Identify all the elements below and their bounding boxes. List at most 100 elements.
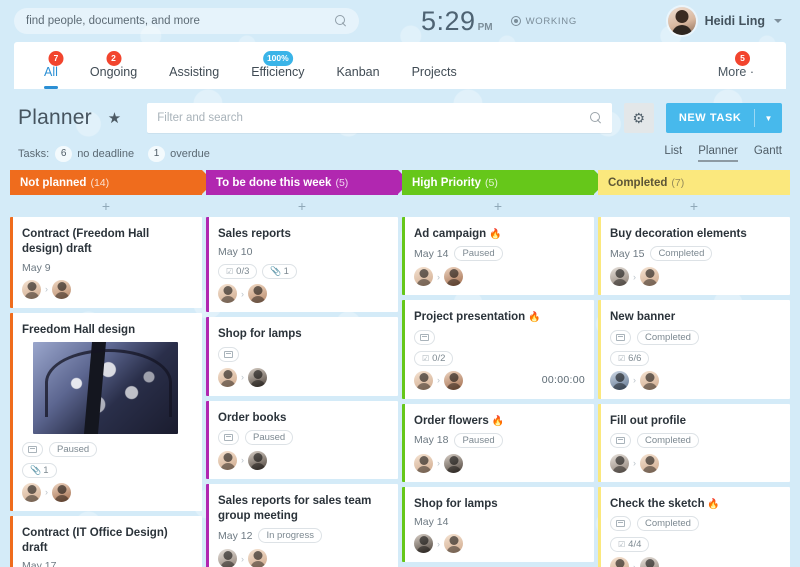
avatar[interactable] (248, 284, 267, 304)
avatar[interactable] (248, 450, 267, 470)
column-header[interactable]: To be done this week (5) (206, 170, 410, 195)
checklist-badge[interactable]: ☑ 6/6 (610, 350, 650, 366)
filter-search-input[interactable]: Filter and search (147, 103, 612, 133)
avatar[interactable] (52, 279, 71, 299)
task-card[interactable]: Shop for lamps May 14 › (402, 486, 594, 563)
avatar[interactable] (248, 549, 267, 567)
task-meta: May 10 (218, 246, 389, 258)
task-card[interactable]: Shop for lamps › (206, 317, 398, 396)
star-icon[interactable]: ★ (108, 109, 121, 127)
fire-icon: 🔥 (704, 498, 720, 510)
global-search-input[interactable]: find people, documents, and more (14, 8, 359, 34)
task-file-icon[interactable] (218, 346, 239, 362)
task-card[interactable]: Contract (Freedom Hall design) draft May … (10, 217, 202, 308)
chevron-right-icon: › (241, 553, 244, 564)
task-card[interactable]: Contract (IT Office Design) draftMay 17› (10, 515, 202, 567)
tab-efficiency[interactable]: 100% Efficiency (235, 51, 320, 89)
view-list[interactable]: List (664, 145, 682, 162)
avatar[interactable] (640, 557, 659, 567)
tab-ongoing[interactable]: 2 Ongoing (74, 51, 153, 89)
avatar[interactable] (444, 267, 463, 287)
tab-kanban-label: Kanban (336, 65, 380, 79)
tab-all[interactable]: 7 All (34, 51, 74, 89)
avatar[interactable] (218, 284, 237, 304)
user-menu[interactable]: Heidi Ling (667, 7, 782, 35)
checklist-badge[interactable]: ☑ 0/2 (414, 350, 454, 366)
overdue-count[interactable]: 1 (148, 145, 166, 162)
task-card[interactable]: Project presentation 🔥 ☑ 0/2 › 00:00:00 (402, 300, 594, 399)
attachment-badge[interactable]: 📎 1 (262, 264, 297, 280)
task-card[interactable]: Sales reports May 10 ☑ 0/3 📎 1 › (206, 217, 398, 313)
avatar[interactable] (218, 549, 237, 567)
tab-projects[interactable]: Projects (396, 65, 473, 89)
view-gantt[interactable]: Gantt (754, 145, 782, 162)
plus-icon[interactable]: + (10, 195, 202, 217)
column-header[interactable]: High Priority (5) (402, 170, 606, 195)
task-card[interactable]: Freedom Hall design Paused 📎 1 › (10, 312, 202, 511)
task-card[interactable]: Buy decoration elements May 15 Completed › (598, 217, 790, 296)
chevron-right-icon: › (633, 458, 636, 469)
new-task-button[interactable]: NEW TASK ▼ (665, 103, 782, 133)
task-file-icon[interactable] (610, 329, 631, 345)
column-header[interactable]: Not planned (14) (10, 170, 214, 195)
note-icon (420, 333, 429, 341)
task-file-icon[interactable] (414, 329, 435, 345)
avatar[interactable] (610, 267, 629, 287)
avatar[interactable] (610, 453, 629, 473)
task-card[interactable]: New banner Completed ☑ 6/6 › (598, 300, 790, 399)
task-file-icon[interactable] (22, 441, 43, 457)
avatar[interactable] (444, 453, 463, 473)
avatar[interactable] (444, 534, 463, 554)
task-card[interactable]: Check the sketch 🔥 Completed ☑ 4/4 › (598, 486, 790, 567)
checklist-icon: ☑ (618, 353, 626, 363)
task-counters-row: ☑ 4/4 (610, 537, 781, 553)
avatar[interactable] (414, 534, 433, 554)
chevron-down-icon (774, 19, 782, 23)
avatar[interactable] (248, 367, 267, 387)
task-title: Order books (218, 411, 287, 424)
avatar[interactable] (640, 453, 659, 473)
task-file-icon[interactable] (218, 429, 239, 445)
avatar[interactable] (22, 279, 41, 299)
no-deadline-count[interactable]: 6 (55, 145, 73, 162)
avatar[interactable] (22, 482, 41, 502)
avatar[interactable] (414, 453, 433, 473)
page-title: Planner (18, 106, 92, 129)
avatar[interactable] (444, 370, 463, 390)
task-timer[interactable]: 00:00:00 (542, 374, 585, 386)
gear-icon[interactable]: ⚙ (623, 103, 654, 133)
task-participants: › (414, 453, 585, 473)
task-card[interactable]: Fill out profile Completed › (598, 403, 790, 482)
task-title: Fill out profile (610, 414, 687, 427)
tab-more[interactable]: 5 More · (702, 51, 766, 89)
attachment-badge[interactable]: 📎 1 (22, 462, 57, 478)
avatar[interactable] (610, 557, 629, 567)
avatar[interactable] (610, 370, 629, 390)
task-card[interactable]: Ad campaign 🔥 May 14 Paused › (402, 217, 594, 296)
tab-assisting[interactable]: Assisting (153, 65, 235, 89)
task-file-icon[interactable] (610, 432, 631, 448)
column-header[interactable]: Completed (7) (598, 170, 790, 195)
tab-kanban[interactable]: Kanban (320, 65, 395, 89)
plus-icon[interactable]: + (206, 195, 398, 217)
avatar[interactable] (414, 370, 433, 390)
avatar[interactable] (640, 267, 659, 287)
avatar[interactable] (414, 267, 433, 287)
task-card[interactable]: Sales reports for sales team group meeti… (206, 483, 398, 567)
task-card[interactable]: Order flowers 🔥 May 18 Paused › (402, 403, 594, 482)
plus-icon[interactable]: + (598, 195, 790, 217)
checklist-badge[interactable]: ☑ 4/4 (610, 537, 650, 553)
checklist-badge[interactable]: ☑ 0/3 (218, 264, 258, 280)
avatar[interactable] (218, 450, 237, 470)
avatar[interactable] (52, 482, 71, 502)
task-meta: May 17 (22, 560, 193, 567)
avatar[interactable] (218, 367, 237, 387)
chevron-down-icon[interactable]: ▼ (755, 114, 782, 123)
work-status[interactable]: WORKING (510, 16, 577, 27)
view-planner[interactable]: Planner (698, 145, 738, 162)
plus-icon[interactable]: + (402, 195, 594, 217)
task-card[interactable]: Order books Paused › (206, 400, 398, 479)
avatar[interactable] (640, 370, 659, 390)
column-cards: Buy decoration elements May 15 Completed › N… (598, 217, 790, 567)
task-file-icon[interactable] (610, 516, 631, 532)
